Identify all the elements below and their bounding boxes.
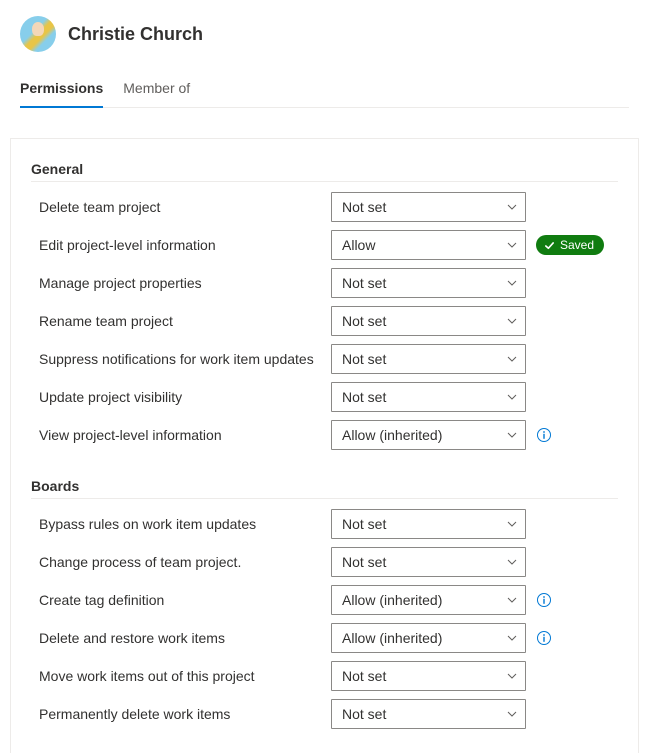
section-header: Boards <box>31 472 618 499</box>
permissions-panel: General Delete team project Not set Edit pr… <box>10 138 639 753</box>
permission-select[interactable]: Not set <box>331 661 526 691</box>
row-after <box>536 630 552 646</box>
permission-select-value: Not set <box>342 351 386 367</box>
permission-label: Delete and restore work items <box>31 630 331 646</box>
saved-badge-label: Saved <box>560 238 594 252</box>
permission-select-wrap: Not set <box>331 509 526 539</box>
permission-row: Manage project properties Not set <box>31 264 618 302</box>
permission-select[interactable]: Allow (inherited) <box>331 623 526 653</box>
permission-select[interactable]: Not set <box>331 382 526 412</box>
permission-select-value: Not set <box>342 275 386 291</box>
permission-label: Suppress notifications for work item upd… <box>31 351 331 367</box>
user-name: Christie Church <box>68 24 203 45</box>
permission-select-wrap: Allow (inherited) <box>331 420 526 450</box>
permission-select-value: Not set <box>342 668 386 684</box>
permission-select-value: Not set <box>342 389 386 405</box>
permission-label: Rename team project <box>31 313 331 329</box>
info-icon[interactable] <box>536 630 552 646</box>
permission-row: Bypass rules on work item updates Not set <box>31 505 618 543</box>
permission-row: Update project visibility Not set <box>31 378 618 416</box>
check-icon <box>544 240 555 251</box>
permission-select-wrap: Allow (inherited) <box>331 585 526 615</box>
permission-label: Delete team project <box>31 199 331 215</box>
header-region: Christie Church Permissions Member of <box>0 0 649 108</box>
permission-select-value: Not set <box>342 554 386 570</box>
permission-select[interactable]: Not set <box>331 306 526 336</box>
permission-select[interactable]: Not set <box>331 268 526 298</box>
permission-select-wrap: Not set <box>331 306 526 336</box>
tab-member-of[interactable]: Member of <box>123 72 190 108</box>
permission-row: Rename team project Not set <box>31 302 618 340</box>
permission-select-value: Allow (inherited) <box>342 427 442 443</box>
permission-select-wrap: Not set <box>331 699 526 729</box>
permission-label: Create tag definition <box>31 592 331 608</box>
permission-select-value: Allow (inherited) <box>342 630 442 646</box>
row-after <box>536 592 552 608</box>
permission-select[interactable]: Not set <box>331 509 526 539</box>
permission-row: Change process of team project. Not set <box>31 543 618 581</box>
permission-select-value: Not set <box>342 313 386 329</box>
permission-row: Suppress notifications for work item upd… <box>31 340 618 378</box>
row-after <box>536 427 552 443</box>
permission-select-wrap: Not set <box>331 344 526 374</box>
permission-select-wrap: Not set <box>331 661 526 691</box>
permission-label: Edit project-level information <box>31 237 331 253</box>
tab-permissions[interactable]: Permissions <box>20 72 103 108</box>
permission-label: Update project visibility <box>31 389 331 405</box>
saved-badge: Saved <box>536 235 604 255</box>
permission-label: Bypass rules on work item updates <box>31 516 331 532</box>
permission-select-value: Allow (inherited) <box>342 592 442 608</box>
row-after: Saved <box>536 235 604 255</box>
permission-label: View project-level information <box>31 427 331 443</box>
permission-label: Manage project properties <box>31 275 331 291</box>
permission-select-wrap: Allow (inherited) <box>331 623 526 653</box>
section-header: General <box>31 155 618 182</box>
permission-select[interactable]: Not set <box>331 344 526 374</box>
permission-select-wrap: Not set <box>331 382 526 412</box>
permission-select-wrap: Not set <box>331 547 526 577</box>
permission-select[interactable]: Not set <box>331 699 526 729</box>
user-row: Christie Church <box>20 16 629 52</box>
permission-row: Delete team project Not set <box>31 188 618 226</box>
permission-select[interactable]: Allow (inherited) <box>331 585 526 615</box>
permission-row: Move work items out of this project Not s… <box>31 657 618 695</box>
permission-select-value: Not set <box>342 706 386 722</box>
permission-label: Change process of team project. <box>31 554 331 570</box>
permission-select[interactable]: Not set <box>331 192 526 222</box>
permission-row: Permanently delete work items Not set <box>31 695 618 733</box>
permission-row: Create tag definition Allow (inherited) <box>31 581 618 619</box>
permission-row: Delete and restore work items Allow (inhe… <box>31 619 618 657</box>
permission-select[interactable]: Allow (inherited) <box>331 420 526 450</box>
permission-select-wrap: Not set <box>331 268 526 298</box>
permission-select-value: Not set <box>342 199 386 215</box>
permission-label: Move work items out of this project <box>31 668 331 684</box>
permission-row: View project-level information Allow (inh… <box>31 416 618 454</box>
info-icon[interactable] <box>536 592 552 608</box>
permission-select-wrap: Allow <box>331 230 526 260</box>
permission-select-wrap: Not set <box>331 192 526 222</box>
permission-select-value: Allow <box>342 237 375 253</box>
permission-select[interactable]: Not set <box>331 547 526 577</box>
avatar <box>20 16 56 52</box>
permission-select-value: Not set <box>342 516 386 532</box>
permission-label: Permanently delete work items <box>31 706 331 722</box>
permission-select[interactable]: Allow <box>331 230 526 260</box>
tabs: Permissions Member of <box>20 72 629 108</box>
permission-row: Edit project-level information Allow Saved <box>31 226 618 264</box>
info-icon[interactable] <box>536 427 552 443</box>
